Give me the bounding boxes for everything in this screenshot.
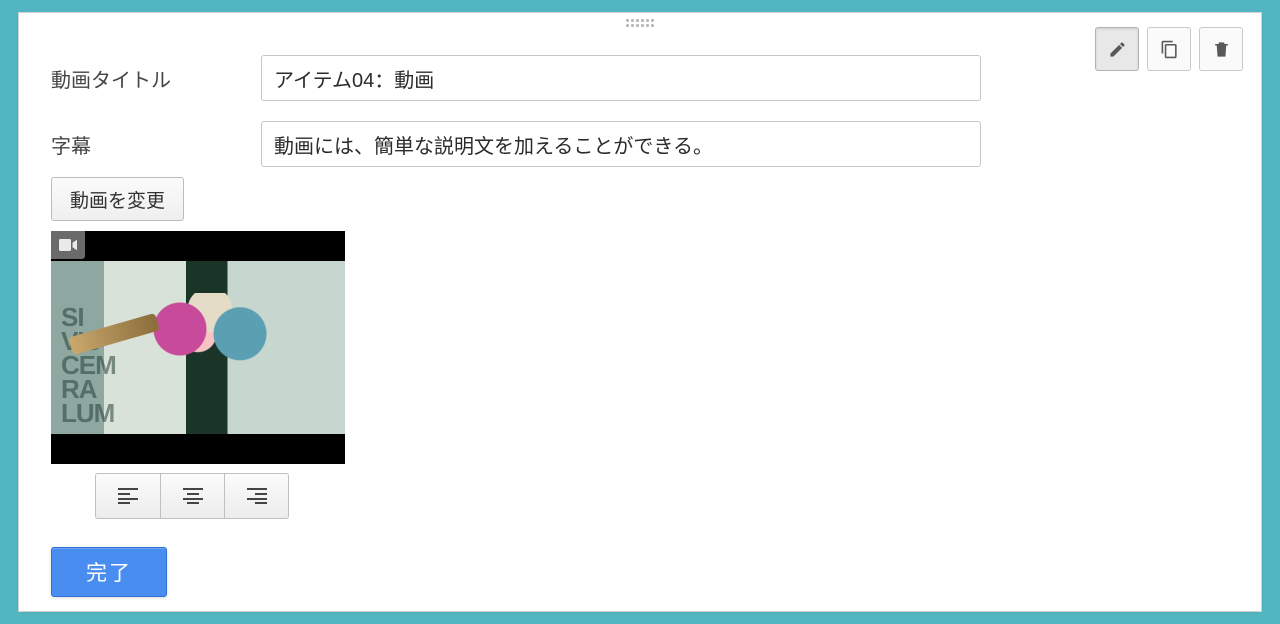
- title-label: 動画タイトル: [51, 64, 261, 93]
- trash-icon: [1212, 40, 1231, 59]
- drag-handle[interactable]: [626, 19, 654, 27]
- video-camera-icon: [59, 238, 77, 252]
- card-toolbar: [1095, 27, 1243, 71]
- align-right-button[interactable]: [224, 474, 288, 518]
- editor-panel: 動画タイトル 字幕 動画を変更 SI VIS CEM RA LUM 完了: [18, 12, 1262, 612]
- edit-button[interactable]: [1095, 27, 1139, 71]
- title-input[interactable]: [261, 55, 981, 101]
- pencil-icon: [1108, 40, 1127, 59]
- letterbox-top: [51, 231, 345, 261]
- align-center-icon: [183, 488, 203, 504]
- video-badge: [51, 231, 85, 259]
- form-area: 動画タイトル 字幕: [51, 55, 981, 187]
- align-left-icon: [118, 488, 138, 504]
- title-row: 動画タイトル: [51, 55, 981, 101]
- letterbox-bottom: [51, 434, 345, 464]
- caption-label: 字幕: [51, 130, 261, 159]
- align-right-icon: [247, 488, 267, 504]
- delete-button[interactable]: [1199, 27, 1243, 71]
- video-thumbnail[interactable]: SI VIS CEM RA LUM: [51, 231, 345, 464]
- change-video-button[interactable]: 動画を変更: [51, 177, 184, 221]
- caption-input[interactable]: [261, 121, 981, 167]
- copy-icon: [1160, 40, 1179, 59]
- align-center-button[interactable]: [160, 474, 224, 518]
- thumbnail-graffiti-text: SI VIS CEM RA LUM: [61, 305, 116, 425]
- align-left-button[interactable]: [96, 474, 160, 518]
- thumbnail-image: SI VIS CEM RA LUM: [51, 261, 345, 434]
- done-button[interactable]: 完了: [51, 547, 167, 597]
- caption-row: 字幕: [51, 121, 981, 167]
- alignment-toolbar: [95, 473, 289, 519]
- duplicate-button[interactable]: [1147, 27, 1191, 71]
